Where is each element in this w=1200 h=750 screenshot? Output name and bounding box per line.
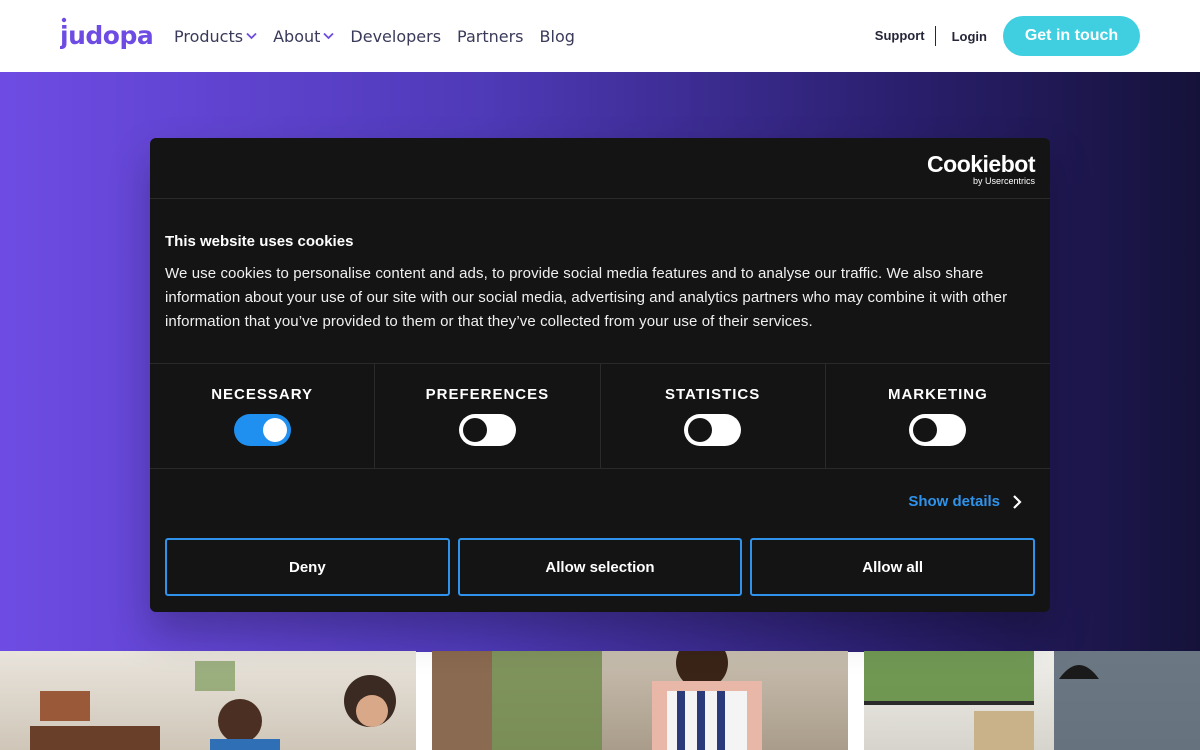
switch-knob xyxy=(913,418,938,442)
switch-knob xyxy=(262,418,287,442)
allow-selection-button[interactable]: Allow selection xyxy=(457,538,743,596)
photo-cafe-customers xyxy=(0,651,416,750)
chevron-right-icon xyxy=(1013,494,1022,509)
dialog-text: We use cookies to personalise content an… xyxy=(165,265,1008,330)
chevron-down-icon xyxy=(323,32,335,40)
details-row: Show details xyxy=(150,469,1050,538)
consent-buttons: Deny Allow selection Allow all xyxy=(165,538,1036,596)
cookiebot-brand-by: by Usercentrics xyxy=(972,176,1035,186)
nav-item-label: About xyxy=(273,26,321,46)
show-details-link[interactable]: Show details xyxy=(908,493,1022,510)
marketing-switch[interactable] xyxy=(909,414,967,446)
nav-item-about[interactable]: About xyxy=(273,26,335,46)
toggle-preferences: PREFERENCES xyxy=(375,364,601,468)
dialog-title: This website uses cookies xyxy=(165,233,354,250)
nav-item-label: Blog xyxy=(539,26,575,46)
judopay-logo[interactable]: judopay xyxy=(60,16,152,54)
preferences-switch[interactable] xyxy=(458,414,516,446)
necessary-switch[interactable] xyxy=(233,414,291,446)
toggle-marketing: MARKETING xyxy=(826,364,1050,468)
toggle-label: PREFERENCES xyxy=(425,386,550,403)
photo-barista xyxy=(432,651,848,750)
switch-knob xyxy=(462,418,487,442)
svg-text:judopay: judopay xyxy=(60,21,152,50)
toggle-necessary: NECESSARY xyxy=(150,364,376,468)
main-nav: Products About Developers Partners Blog xyxy=(174,0,575,72)
site-header: judopay Products About Developers Partne… xyxy=(0,0,1200,72)
photo-strip xyxy=(0,651,1200,750)
nav-item-label: Developers xyxy=(350,26,442,46)
nav-item-products[interactable]: Products xyxy=(174,27,257,46)
cookie-category-toggles: NECESSARY PREFERENCES STATISTICS MARKETI… xyxy=(150,364,1050,469)
nav-item-label: Partners xyxy=(457,26,524,46)
get-in-touch-button[interactable]: Get in touch xyxy=(1003,16,1140,56)
cookiebot-brand-name: Cookiebot xyxy=(927,151,1035,177)
login-link[interactable]: Login xyxy=(936,29,1003,44)
toggle-label: STATISTICS xyxy=(664,386,761,403)
header-actions: Support Login Get in touch xyxy=(875,0,1140,72)
cookiebot-logo[interactable]: Cookiebot by Usercentrics xyxy=(927,152,1035,186)
nav-item-developers[interactable]: Developers xyxy=(350,27,441,46)
dialog-body: This website uses cookies We use cookies… xyxy=(150,199,1050,364)
toggle-label: MARKETING xyxy=(887,386,988,403)
show-details-label: Show details xyxy=(908,493,1000,510)
toggle-statistics: STATISTICS xyxy=(601,364,826,468)
nav-item-label: Products xyxy=(174,26,244,46)
deny-button[interactable]: Deny xyxy=(165,538,450,596)
toggle-label: NECESSARY xyxy=(211,386,314,403)
switch-knob xyxy=(688,418,713,442)
statistics-switch[interactable] xyxy=(684,414,742,446)
chevron-down-icon xyxy=(246,32,257,40)
support-link[interactable]: Support xyxy=(875,26,936,46)
photo-office-interior xyxy=(864,651,1200,750)
nav-item-blog[interactable]: Blog xyxy=(540,27,575,46)
cookie-consent-dialog: Cookiebot by Usercentrics This website u… xyxy=(150,138,1050,612)
nav-item-partners[interactable]: Partners xyxy=(457,27,523,46)
dialog-header: Cookiebot by Usercentrics xyxy=(150,138,1050,199)
allow-all-button[interactable]: Allow all xyxy=(750,538,1036,596)
